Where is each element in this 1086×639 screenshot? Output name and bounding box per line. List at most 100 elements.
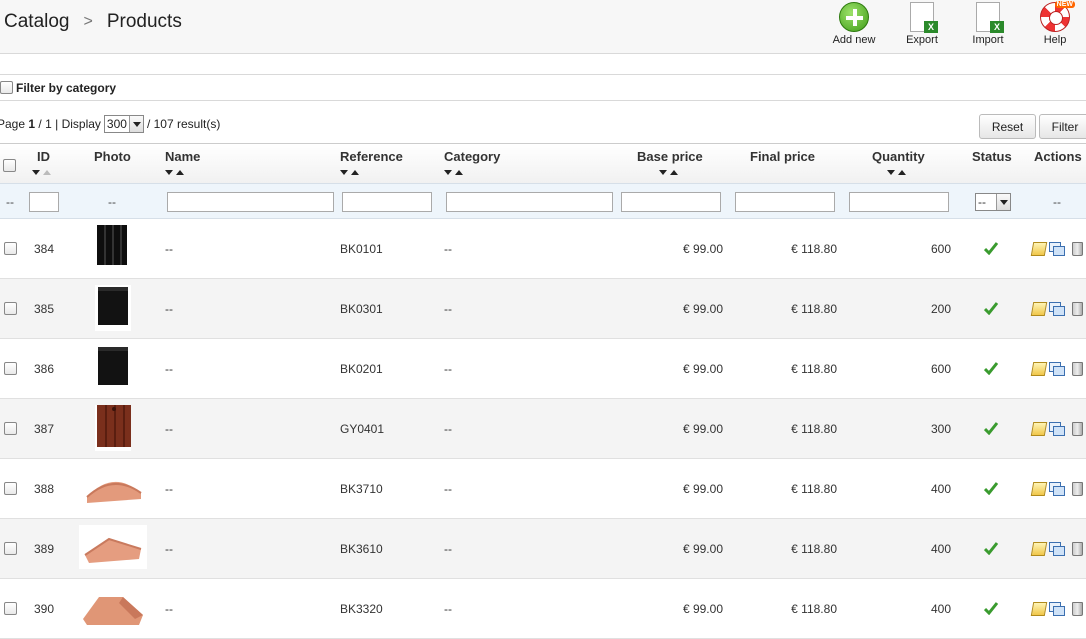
duplicate-icon[interactable] [1049,242,1065,256]
duplicate-icon[interactable] [1049,362,1065,376]
row-category: -- [444,422,452,436]
row-id: 386 [34,362,55,376]
table-row[interactable]: 386 -- BK0201 -- € 99.00 € 118.80 600 [0,339,1086,399]
filter-quantity-input[interactable] [849,192,949,212]
product-photo[interactable] [79,525,147,569]
product-photo[interactable] [95,405,131,451]
duplicate-icon[interactable] [1049,542,1065,556]
row-base-price: € 99.00 [682,242,723,256]
delete-icon[interactable] [1072,482,1083,496]
table-row[interactable]: 388 -- BK3710 -- € 99.00 € 118.80 400 [0,459,1086,519]
edit-icon[interactable] [1030,602,1048,616]
check-icon[interactable] [984,421,998,435]
row-checkbox[interactable] [4,482,17,495]
delete-icon[interactable] [1072,422,1083,436]
help-button[interactable]: NEW Help [1020,0,1086,46]
row-checkbox[interactable] [4,542,17,555]
row-checkbox[interactable] [4,302,17,315]
filter-id-input[interactable] [29,192,59,212]
sort-asc-icon[interactable] [43,170,51,175]
table-row[interactable]: 385 -- BK0301 -- € 99.00 € 118.80 200 [0,279,1086,339]
product-photo[interactable] [79,465,147,509]
reset-button[interactable]: Reset [979,114,1036,139]
per-page-select[interactable]: 300 [103,115,144,133]
chevron-down-icon [996,194,1010,210]
select-all-checkbox[interactable] [3,159,16,172]
sort-asc-icon[interactable] [351,170,359,175]
delete-icon[interactable] [1072,242,1083,256]
duplicate-icon[interactable] [1049,302,1065,316]
duplicate-icon[interactable] [1049,482,1065,496]
edit-icon[interactable] [1030,362,1048,376]
filter-base-price-input[interactable] [621,192,721,212]
filter-final-price-input[interactable] [735,192,835,212]
row-checkbox[interactable] [4,242,17,255]
import-button[interactable]: X Import [953,0,1023,46]
sort-asc-icon[interactable] [670,170,678,175]
edit-icon[interactable] [1030,242,1048,256]
row-final-price: € 118.80 [791,602,837,616]
pagination: Page 1 / 1 | Display 300 / 107 result(s) [0,115,220,133]
sort-base-price[interactable] [659,170,678,175]
page-header: Catalog > Products Add new X Export X Im… [0,0,1086,54]
edit-icon[interactable] [1030,542,1048,556]
edit-icon[interactable] [1030,422,1048,436]
table-row[interactable]: 384 -- BK0101 -- € 99.00 € 118.80 600 [0,219,1086,279]
table-row[interactable]: 387 -- GY0401 -- € 99.00 € 118.80 300 [0,399,1086,459]
edit-icon[interactable] [1030,482,1048,496]
check-icon[interactable] [984,601,998,615]
check-icon[interactable] [984,301,998,315]
row-checkbox[interactable] [4,422,17,435]
check-icon[interactable] [984,361,998,375]
sort-category[interactable] [444,170,463,175]
edit-icon[interactable] [1030,302,1048,316]
row-checkbox[interactable] [4,362,17,375]
check-icon[interactable] [984,241,998,255]
sort-desc-icon[interactable] [165,170,173,175]
page-separator: / [38,117,42,131]
row-base-price: € 99.00 [682,542,723,556]
filter-name-input[interactable] [167,192,334,212]
row-id: 389 [34,542,55,556]
row-name: -- [165,602,173,616]
filter-status-select[interactable]: -- [975,193,1011,211]
filter-reference-input[interactable] [342,192,432,212]
duplicate-icon[interactable] [1049,602,1065,616]
row-category: -- [444,542,452,556]
table-row[interactable]: 389 -- BK3610 -- € 99.00 € 118.80 400 [0,519,1086,579]
row-category: -- [444,602,452,616]
add-new-button[interactable]: Add new [819,0,889,46]
table-row[interactable]: 390 -- BK3320 -- € 99.00 € 118.80 400 [0,579,1086,639]
sort-desc-icon[interactable] [444,170,452,175]
check-icon[interactable] [984,481,998,495]
filter-category-input[interactable] [446,192,613,212]
filter-by-category-checkbox[interactable] [0,81,13,94]
export-button[interactable]: X Export [887,0,957,46]
delete-icon[interactable] [1072,602,1083,616]
row-checkbox[interactable] [4,602,17,615]
sort-reference[interactable] [340,170,359,175]
delete-icon[interactable] [1072,362,1083,376]
check-icon[interactable] [984,541,998,555]
breadcrumb-catalog[interactable]: Catalog [4,11,70,33]
delete-icon[interactable] [1072,302,1083,316]
product-photo[interactable] [95,225,131,271]
sort-desc-icon[interactable] [340,170,348,175]
duplicate-icon[interactable] [1049,422,1065,436]
sort-quantity[interactable] [887,170,906,175]
sort-asc-icon[interactable] [898,170,906,175]
product-photo[interactable] [95,285,131,331]
sort-id[interactable] [32,170,51,175]
sort-desc-icon[interactable] [32,170,40,175]
sort-asc-icon[interactable] [455,170,463,175]
delete-icon[interactable] [1072,542,1083,556]
filter-button[interactable]: Filter [1039,114,1086,139]
product-photo[interactable] [79,585,147,629]
sort-asc-icon[interactable] [176,170,184,175]
sort-desc-icon[interactable] [887,170,895,175]
row-final-price: € 118.80 [791,242,837,256]
sort-name[interactable] [165,170,184,175]
sort-desc-icon[interactable] [659,170,667,175]
row-reference: BK3320 [340,602,383,616]
product-photo[interactable] [95,345,131,391]
